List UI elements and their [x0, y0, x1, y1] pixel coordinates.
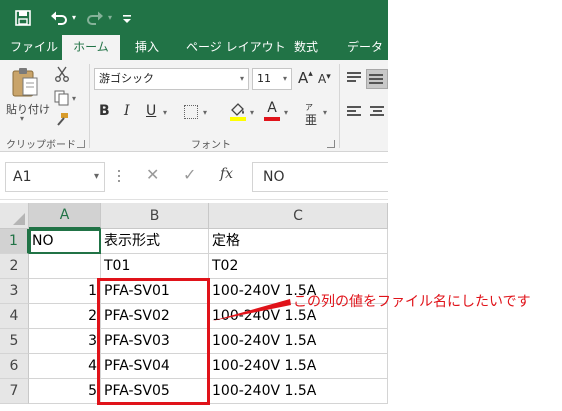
annotation-arrow [212, 299, 291, 321]
annotation-text: この列の値をファイル名にしたいです [293, 294, 531, 310]
